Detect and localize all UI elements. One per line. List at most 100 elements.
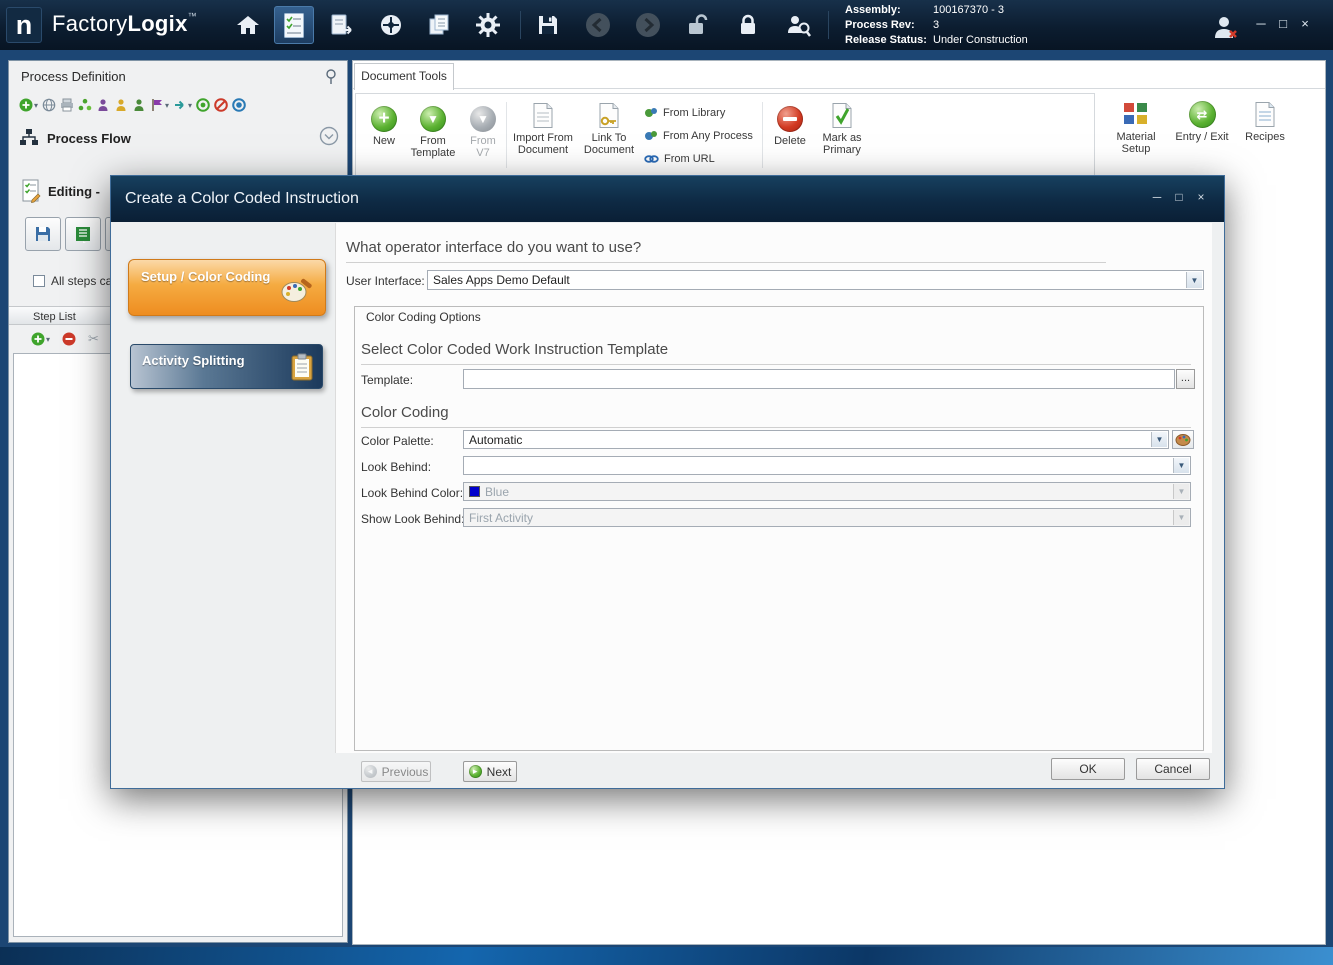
home-button[interactable] <box>228 6 268 44</box>
user-audit-button[interactable] <box>96 98 110 112</box>
user-assign-button[interactable] <box>132 98 146 112</box>
dialog-close-button[interactable]: × <box>1193 190 1209 204</box>
from-any-process-button[interactable]: From Any Process <box>644 129 753 142</box>
settings-button[interactable] <box>468 6 508 44</box>
process-rev-label: Process Rev: <box>845 18 933 33</box>
delete-button[interactable]: Delete <box>768 106 812 147</box>
lock-button[interactable] <box>728 6 768 44</box>
screen: n FactoryLogix™ <box>0 0 1333 965</box>
recipes-icon <box>1254 101 1276 128</box>
import-steps-button[interactable] <box>65 217 101 251</box>
pin-icon[interactable] <box>325 69 337 90</box>
all-steps-checkbox[interactable] <box>33 275 45 287</box>
web-link-button[interactable] <box>42 98 56 112</box>
template-browse-button[interactable]: ... <box>1176 369 1195 389</box>
minimize-button[interactable]: ─ <box>1252 16 1270 31</box>
chevron-down-icon[interactable]: ▾ <box>34 101 38 110</box>
from-template-button[interactable]: ▼ From Template <box>406 106 460 159</box>
search-person-icon <box>785 12 811 38</box>
entry-exit-icon: ⇄ <box>1189 101 1216 128</box>
save-button[interactable] <box>528 6 568 44</box>
color-palette-select[interactable]: Automatic ▼ <box>463 430 1169 449</box>
cut-step-icon[interactable]: ✂ <box>88 331 99 347</box>
reports-button[interactable] <box>419 6 459 44</box>
recipes-button[interactable]: Recipes <box>1239 101 1291 143</box>
material-setup-button[interactable]: Material Setup <box>1107 101 1165 155</box>
previous-button[interactable]: ◂ Previous <box>361 761 431 782</box>
print-button[interactable] <box>60 98 74 112</box>
chevron-down-circle-icon <box>319 126 339 146</box>
wizard-step-setup-color-coding[interactable]: Setup / Color Coding <box>128 259 326 316</box>
audit-search-button[interactable] <box>778 6 818 44</box>
ok-button[interactable]: OK <box>1051 758 1125 780</box>
save-step-button[interactable] <box>25 217 61 251</box>
chevron-down-icon[interactable]: ▼ <box>1173 458 1189 473</box>
unlock-button[interactable] <box>678 6 718 44</box>
process-definition-button[interactable] <box>274 6 314 44</box>
mark-as-primary-button[interactable]: Mark as Primary <box>814 102 870 156</box>
document-send-button[interactable] <box>322 6 362 44</box>
add-step-button[interactable]: ▾ <box>31 332 50 346</box>
look-behind-color-select[interactable]: Blue ▼ <box>463 482 1191 501</box>
remove-step-button[interactable] <box>62 332 76 346</box>
import-from-document-button[interactable]: Import From Document <box>510 102 576 156</box>
forward-button[interactable] <box>628 6 668 44</box>
tab-document-tools[interactable]: Document Tools <box>354 63 454 90</box>
wizard-step-activity-splitting[interactable]: Activity Splitting <box>130 344 323 389</box>
link-to-document-button[interactable]: Link To Document <box>578 102 640 156</box>
import-sheet-icon <box>74 225 92 243</box>
step-list-toolbar: ▾ ✂ <box>31 329 99 349</box>
from-url-button[interactable]: From URL <box>644 152 715 165</box>
color-coding-options-title: Color Coding Options <box>366 310 481 324</box>
chevron-down-icon[interactable]: ▾ <box>165 101 169 110</box>
stop-button[interactable] <box>214 98 228 112</box>
dialog-titlebar[interactable]: Create a Color Coded Instruction ─ □ × <box>111 176 1224 222</box>
user-interface-select[interactable]: Sales Apps Demo Default ▼ <box>427 270 1204 290</box>
user-lock-button[interactable] <box>114 98 128 112</box>
back-button[interactable] <box>578 6 618 44</box>
navigate-button[interactable] <box>371 6 411 44</box>
record-button[interactable] <box>232 98 246 112</box>
add-process-button[interactable]: ▾ <box>19 98 38 112</box>
show-look-behind-select[interactable]: First Activity ▼ <box>463 508 1191 527</box>
dialog-minimize-button[interactable]: ─ <box>1149 190 1165 204</box>
chevron-down-icon[interactable]: ▾ <box>188 101 192 110</box>
dialog-maximize-button[interactable]: □ <box>1171 190 1187 204</box>
assembly-label: Assembly: <box>845 3 933 18</box>
heading-underline <box>346 262 1106 263</box>
jump-to-button[interactable]: ▾ <box>173 98 192 112</box>
entry-exit-button[interactable]: ⇄ Entry / Exit <box>1171 101 1233 143</box>
chevron-down-icon[interactable]: ▼ <box>1186 272 1202 288</box>
palette-picker-button[interactable] <box>1172 430 1194 449</box>
from-url-label: From URL <box>664 153 715 165</box>
home-icon <box>236 14 260 36</box>
collapse-section-button[interactable] <box>319 126 339 151</box>
material-setup-label: Material Setup <box>1107 131 1165 155</box>
mark-as-primary-label: Mark as Primary <box>814 132 870 156</box>
app-logo: n <box>6 7 42 43</box>
from-template-label: From Template <box>406 135 460 159</box>
link-to-document-label: Link To Document <box>578 132 640 156</box>
close-button[interactable]: × <box>1296 16 1314 31</box>
chevron-down-icon: ▼ <box>1173 510 1189 525</box>
process-flow-header[interactable]: Process Flow <box>19 125 339 151</box>
maximize-button[interactable]: □ <box>1274 16 1292 31</box>
process-sync-button[interactable] <box>78 98 92 112</box>
start-button[interactable] <box>196 98 210 112</box>
chevron-down-icon[interactable]: ▼ <box>1151 432 1167 447</box>
from-v7-button[interactable]: ▼ From V7 <box>462 106 504 159</box>
new-document-button[interactable]: + New <box>364 106 404 147</box>
from-library-button[interactable]: From Library <box>644 106 725 119</box>
download-disabled-icon: ▼ <box>470 106 496 132</box>
look-behind-select[interactable]: ▼ <box>463 456 1191 475</box>
next-button[interactable]: ▸ Next <box>463 761 517 782</box>
user-session-button[interactable] <box>1205 8 1245 46</box>
cancel-button[interactable]: Cancel <box>1136 758 1210 780</box>
activity-splitting-label: Activity Splitting <box>142 353 245 368</box>
chevron-down-icon: ▼ <box>1173 484 1189 499</box>
flag-button[interactable]: ▾ <box>150 98 169 112</box>
chevron-down-icon[interactable]: ▾ <box>46 335 50 344</box>
template-underline <box>361 364 1191 365</box>
template-input[interactable] <box>463 369 1175 389</box>
step-list-label: Step List <box>33 308 76 326</box>
